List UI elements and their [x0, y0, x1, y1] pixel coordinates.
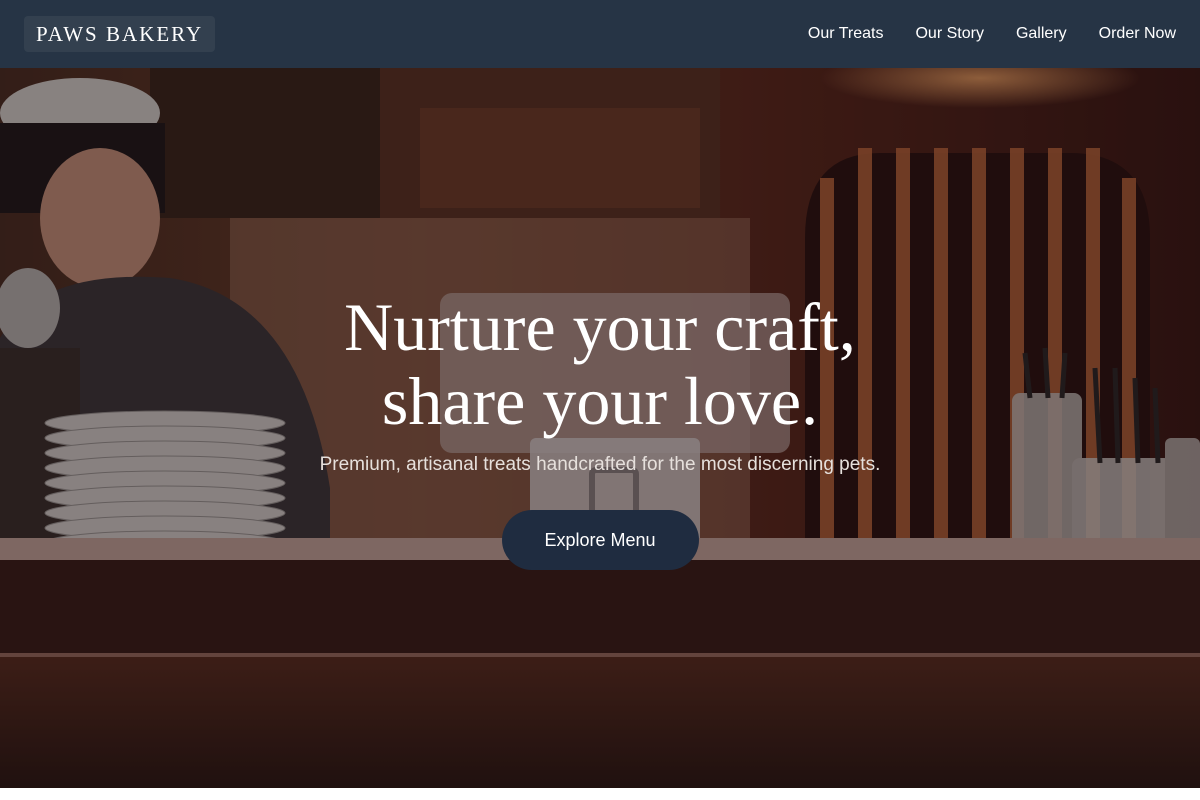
nav-link-our-treats[interactable]: Our Treats [808, 25, 884, 43]
hero-section: Nurture your craft, share your love. Pre… [0, 68, 1200, 788]
nav-link-order-now[interactable]: Order Now [1099, 25, 1176, 43]
nav-link-our-story[interactable]: Our Story [915, 25, 983, 43]
explore-menu-button[interactable]: Explore Menu [501, 510, 699, 570]
hero-subtitle: Premium, artisanal treats handcrafted fo… [319, 454, 881, 475]
site-header: PAWS BAKERY Our Treats Our Story Gallery… [0, 0, 1200, 68]
hero-content: Nurture your craft, share your love. Pre… [0, 290, 1200, 570]
hero-headline-line-1: Nurture your craft, [344, 289, 856, 365]
nav-link-gallery[interactable]: Gallery [1016, 25, 1067, 43]
brand-logo[interactable]: PAWS BAKERY [24, 16, 216, 52]
main-nav: Our Treats Our Story Gallery Order Now [808, 25, 1176, 43]
hero-headline-line-2: share your love. [381, 363, 819, 439]
hero-headline: Nurture your craft, share your love. [0, 290, 1200, 438]
